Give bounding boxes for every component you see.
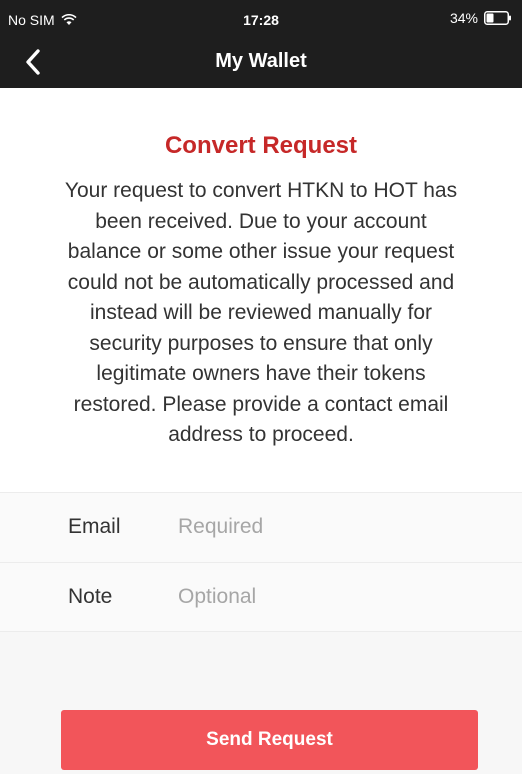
convert-request-card: Convert Request Your request to convert … [0, 88, 522, 492]
battery-fill [486, 13, 494, 23]
send-request-button[interactable]: Send Request [61, 710, 478, 770]
card-message: Your request to convert HTKN to HOT has … [64, 179, 458, 446]
status-right: 34% [450, 10, 512, 26]
battery-percent: 34% [449, 10, 478, 26]
card-title: Convert Request [164, 132, 358, 159]
note-field[interactable] [178, 579, 478, 615]
status-bar: No SIM 17:28 34% [0, 0, 522, 36]
battery-icon [484, 11, 511, 25]
email-field[interactable] [178, 509, 478, 545]
nav-bar: My Wallet [0, 36, 522, 88]
note-label: Note [68, 585, 113, 608]
page-title: My Wallet [215, 50, 307, 72]
email-row: Email [0, 492, 522, 562]
app-header: No SIM 17:28 34% My Wallet [0, 0, 522, 88]
note-row: Note [0, 562, 522, 632]
email-label: Email [68, 515, 121, 538]
status-time: 17:28 [243, 12, 279, 28]
